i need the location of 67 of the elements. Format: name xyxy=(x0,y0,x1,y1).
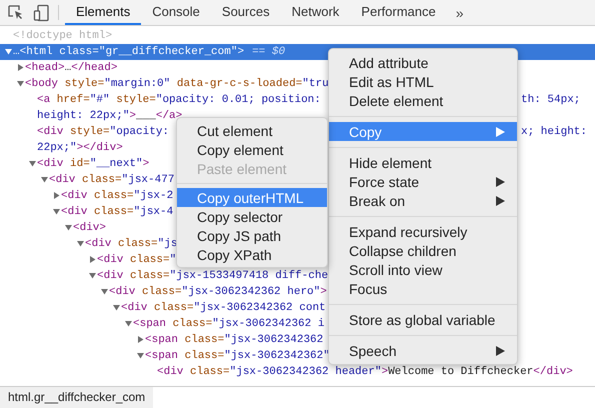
dom-node-text[interactable]: <head>…</head> xyxy=(25,62,118,74)
collapsed-arrow-icon[interactable] xyxy=(137,336,144,343)
dom-node-text[interactable]: <div class="jsx-2 xyxy=(61,190,174,202)
menu-item[interactable]: Copy xyxy=(329,122,517,141)
menu-item[interactable]: Copy XPath xyxy=(177,245,327,264)
more-tabs-button[interactable]: » xyxy=(446,0,473,25)
menu-item[interactable]: Collapse children xyxy=(329,241,517,260)
panel-tab[interactable]: Elements xyxy=(65,0,142,25)
dom-node-text[interactable]: 22px;"></div> xyxy=(37,142,123,154)
expanded-arrow-icon[interactable] xyxy=(41,176,48,183)
console-reference: == $0 xyxy=(252,46,286,58)
panel-tab[interactable]: Performance xyxy=(350,0,447,25)
device-toolbar-icon[interactable] xyxy=(33,4,51,22)
expanded-arrow-icon[interactable] xyxy=(77,240,84,247)
dom-node-text[interactable]: <div style="opacity: xyxy=(37,126,170,138)
dom-node-text[interactable]: <body style="margin:0" data-gr-c-s-loaded="tru xyxy=(25,78,329,90)
dom-node-text[interactable]: th: 54px; xyxy=(521,94,580,106)
expanded-arrow-icon[interactable] xyxy=(53,208,60,215)
menu-item[interactable]: Store as global variable xyxy=(329,310,517,329)
collapsed-arrow-icon[interactable] xyxy=(17,64,24,71)
expanded-arrow-icon[interactable] xyxy=(125,320,132,327)
menu-item[interactable]: Cut element xyxy=(177,121,327,140)
dom-node-text[interactable]: <div class="jsx-3062342362 header">Welcome to Diffchecker</div> xyxy=(157,366,573,378)
expanded-arrow-icon[interactable] xyxy=(29,160,36,167)
expanded-arrow-icon[interactable] xyxy=(17,80,24,87)
expanded-arrow-icon[interactable] xyxy=(5,48,12,55)
menu-item[interactable]: Hide element xyxy=(329,153,517,172)
dom-node-text[interactable]: <div class="jsx-1533497418 diff-che xyxy=(97,270,328,282)
menu-item[interactable]: Copy outerHTML xyxy=(177,188,327,207)
dom-node-text[interactable]: <div class="jsx-4 xyxy=(61,206,174,218)
dom-node-text[interactable]: <div class="js xyxy=(85,238,178,250)
expanded-arrow-icon[interactable] xyxy=(137,352,144,359)
dom-node-text[interactable]: <div id="__next"> xyxy=(37,158,150,170)
dom-node-text[interactable]: <div class=" xyxy=(97,254,176,266)
collapsed-arrow-icon[interactable] xyxy=(53,192,60,199)
dom-node-text[interactable]: <a href="#" style="opacity: 0.01; position: xyxy=(37,94,321,106)
menu-item[interactable]: Focus xyxy=(329,279,517,298)
expanded-arrow-icon[interactable] xyxy=(113,304,120,311)
panel-tab[interactable]: Sources xyxy=(210,0,281,25)
menu-item[interactable]: Copy selector xyxy=(177,207,327,226)
expanded-arrow-icon[interactable] xyxy=(101,288,108,295)
menu-item[interactable]: Expand recursively xyxy=(329,222,517,241)
panel-tab[interactable]: Network xyxy=(280,0,350,25)
dom-node-text[interactable]: height: 22px;">___</a> xyxy=(37,110,182,122)
menu-item[interactable]: Edit as HTML xyxy=(329,72,517,91)
dom-node-text[interactable]: <span class="jsx-3062342362" xyxy=(145,350,330,362)
dom-node-text[interactable]: <div class="jsx-477 xyxy=(49,174,174,186)
menu-item[interactable]: Speech xyxy=(329,341,517,360)
menu-item[interactable]: Scroll into view xyxy=(329,260,517,279)
inspect-icon[interactable] xyxy=(8,4,24,20)
dom-node-text[interactable]: <span class="jsx-3062342362 i xyxy=(133,318,324,330)
expanded-arrow-icon[interactable] xyxy=(65,224,72,231)
menu-item[interactable]: Force state xyxy=(329,172,517,191)
breadcrumb-item[interactable]: html.gr__diffchecker_com xyxy=(0,387,154,408)
dom-node-text[interactable]: <span class="jsx-3062342362 xyxy=(145,334,324,346)
panel-tab[interactable]: Console xyxy=(141,0,211,25)
collapsed-arrow-icon[interactable] xyxy=(89,256,96,263)
dom-node-text[interactable]: x; height: xyxy=(521,126,588,138)
menu-item[interactable]: Break on xyxy=(329,191,517,210)
expanded-arrow-icon[interactable] xyxy=(89,272,96,279)
dom-node-text[interactable]: <div class="jsx-3062342362 hero"> xyxy=(109,286,327,298)
menu-item[interactable]: Delete element xyxy=(329,91,517,110)
menu-item[interactable]: Copy JS path xyxy=(177,226,327,245)
menu-item[interactable]: Copy element xyxy=(177,140,327,159)
dom-node-text[interactable]: …<html class="gr__diffchecker_com"> xyxy=(13,46,244,58)
dom-node-text[interactable]: <div class="jsx-3062342362 cont xyxy=(121,302,326,314)
dom-node-text[interactable]: <div> xyxy=(73,222,106,234)
